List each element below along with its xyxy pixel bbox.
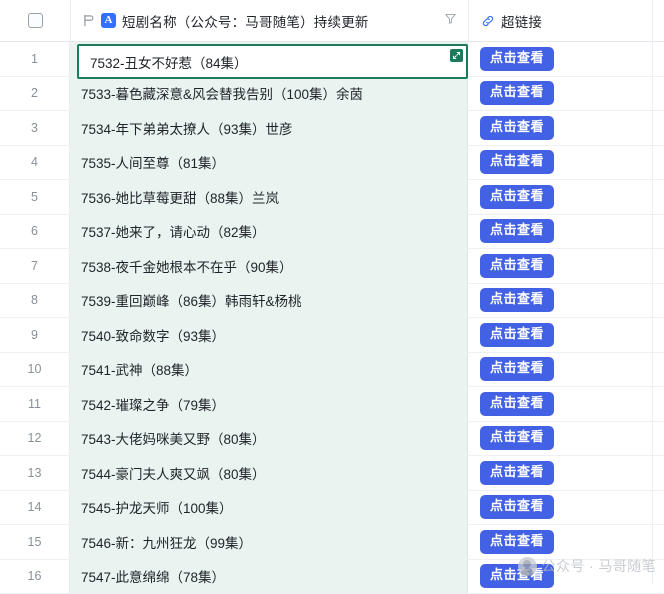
table-row[interactable]: 27533-暮色藏深意&风会替我告别（100集）余茵点击查看 <box>0 77 664 112</box>
view-link-button[interactable]: 点击查看 <box>480 81 554 105</box>
cell-drama-name[interactable]: 7544-豪门夫人爽又飒（80集） <box>70 456 468 490</box>
table-row[interactable]: 137544-豪门夫人爽又飒（80集） 点击查看 <box>0 456 664 491</box>
cell-drama-name[interactable]: 7547-此意绵绵（78集） <box>70 560 468 594</box>
row-number: 7 <box>0 249 70 283</box>
table-row[interactable]: 37534-年下弟弟太撩人（93集）世彦点击查看 <box>0 111 664 146</box>
grid-right-divider <box>652 0 653 584</box>
view-link-button[interactable]: 点击查看 <box>480 219 554 243</box>
row-number: 5 <box>0 180 70 214</box>
row-number: 13 <box>0 456 70 490</box>
row-number: 15 <box>0 525 70 559</box>
filter-icon[interactable] <box>444 12 457 30</box>
expand-icon[interactable] <box>450 49 463 62</box>
cell-drama-name[interactable]: 7538-夜千金她根本不在乎（90集） <box>70 249 468 283</box>
link-icon <box>481 14 495 28</box>
table-row[interactable]: 147545-护龙天师（100集） 点击查看 <box>0 491 664 526</box>
spreadsheet-grid: A 短剧名称（公众号：马哥随笔）持续更新 超链接 1 7532-丑女不好惹（84集… <box>0 0 664 584</box>
cell-hyperlink: 点击查看 <box>468 249 664 283</box>
cell-hyperlink: 点击查看 <box>468 146 664 180</box>
row-number: 8 <box>0 284 70 318</box>
cell-drama-name[interactable]: 7540-致命数字（93集） <box>70 318 468 352</box>
row-number: 12 <box>0 422 70 456</box>
cell-hyperlink: 点击查看 <box>468 284 664 318</box>
view-link-button[interactable]: 点击查看 <box>480 254 554 278</box>
view-link-button[interactable]: 点击查看 <box>480 116 554 140</box>
column-header-name[interactable]: A 短剧名称（公众号：马哥随笔）持续更新 <box>71 0 469 41</box>
row-number: 1 <box>0 42 70 76</box>
view-link-button[interactable]: 点击查看 <box>480 461 554 485</box>
cell-hyperlink: 点击查看 <box>468 215 664 249</box>
table-row[interactable]: 57536-她比草莓更甜（88集）兰岚点击查看 <box>0 180 664 215</box>
cell-drama-name[interactable]: 7537-她来了，请心动（82集） <box>70 215 468 249</box>
view-link-button[interactable]: 点击查看 <box>480 185 554 209</box>
flag-icon <box>82 14 95 27</box>
cell-hyperlink: 点击查看 <box>468 111 664 145</box>
table-row[interactable]: 117542-璀璨之争（79集） 点击查看 <box>0 387 664 422</box>
column-header-hyperlink[interactable]: 超链接 <box>469 0 664 41</box>
view-link-button[interactable]: 点击查看 <box>480 392 554 416</box>
cell-hyperlink: 点击查看 <box>468 560 664 594</box>
row-number: 2 <box>0 77 70 111</box>
cell-drama-name[interactable]: 7535-人间至尊（81集） <box>70 146 468 180</box>
cell-hyperlink: 点击查看 <box>468 180 664 214</box>
table-row[interactable]: 87539-重回巅峰（86集）韩雨轩&杨桃点击查看 <box>0 284 664 319</box>
cell-drama-name[interactable]: 7534-年下弟弟太撩人（93集）世彦 <box>70 111 468 145</box>
view-link-button[interactable]: 点击查看 <box>480 530 554 554</box>
row-number: 4 <box>0 146 70 180</box>
cell-drama-name[interactable]: 7539-重回巅峰（86集）韩雨轩&杨桃 <box>70 284 468 318</box>
view-link-button[interactable]: 点击查看 <box>480 495 554 519</box>
cell-drama-name[interactable]: 7543-大佬妈咪美又野（80集） <box>70 422 468 456</box>
row-number: 9 <box>0 318 70 352</box>
row-number: 16 <box>0 560 70 594</box>
column-header-name-label: 短剧名称（公众号：马哥随笔）持续更新 <box>122 11 369 31</box>
table-header-row: A 短剧名称（公众号：马哥随笔）持续更新 超链接 <box>0 0 664 42</box>
table-row[interactable]: 127543-大佬妈咪美又野（80集） 点击查看 <box>0 422 664 457</box>
row-number: 11 <box>0 387 70 421</box>
table-row[interactable]: 67537-她来了，请心动（82集） 点击查看 <box>0 215 664 250</box>
cell-drama-name[interactable]: 7542-璀璨之争（79集） <box>70 387 468 421</box>
row-number: 3 <box>0 111 70 145</box>
cell-hyperlink: 点击查看 <box>468 77 664 111</box>
column-header-hyperlink-label: 超链接 <box>501 11 542 31</box>
view-link-button[interactable]: 点击查看 <box>480 150 554 174</box>
table-row[interactable]: 47535-人间至尊（81集） 点击查看 <box>0 146 664 181</box>
view-link-button[interactable]: 点击查看 <box>480 47 554 71</box>
cell-hyperlink: 点击查看 <box>468 318 664 352</box>
cell-hyperlink: 点击查看 <box>468 525 664 559</box>
cell-drama-name[interactable]: 7536-她比草莓更甜（88集）兰岚 <box>70 180 468 214</box>
row-number: 14 <box>0 491 70 525</box>
view-link-button[interactable]: 点击查看 <box>480 426 554 450</box>
select-all-cell[interactable] <box>0 0 71 41</box>
select-all-checkbox[interactable] <box>28 13 43 28</box>
cell-hyperlink: 点击查看 <box>468 42 664 76</box>
table-row[interactable]: 167547-此意绵绵（78集） 点击查看 <box>0 560 664 594</box>
cell-hyperlink: 点击查看 <box>468 491 664 525</box>
table-row[interactable]: 97540-致命数字（93集） 点击查看 <box>0 318 664 353</box>
selected-cell[interactable]: 7532-丑女不好惹（84集） <box>77 44 468 79</box>
cell-drama-name[interactable]: 7541-武神（88集） <box>70 353 468 387</box>
text-type-badge-icon: A <box>101 13 116 28</box>
cell-hyperlink: 点击查看 <box>468 353 664 387</box>
table-row[interactable]: 157546-新：九州狂龙（99集） 点击查看 <box>0 525 664 560</box>
selected-cell-value: 7532-丑女不好惹（84集） <box>90 52 248 72</box>
cell-hyperlink: 点击查看 <box>468 422 664 456</box>
cell-drama-name[interactable]: 7545-护龙天师（100集） <box>70 491 468 525</box>
view-link-button[interactable]: 点击查看 <box>480 564 554 588</box>
table-row[interactable]: 107541-武神（88集） 点击查看 <box>0 353 664 388</box>
view-link-button[interactable]: 点击查看 <box>480 323 554 347</box>
table-body: 17532-丑女不好惹（84集）点击查看27533-暮色藏深意&风会替我告别（1… <box>0 42 664 594</box>
view-link-button[interactable]: 点击查看 <box>480 357 554 381</box>
row-number: 10 <box>0 353 70 387</box>
cell-hyperlink: 点击查看 <box>468 456 664 490</box>
table-row[interactable]: 77538-夜千金她根本不在乎（90集） 点击查看 <box>0 249 664 284</box>
view-link-button[interactable]: 点击查看 <box>480 288 554 312</box>
cell-hyperlink: 点击查看 <box>468 387 664 421</box>
cell-drama-name[interactable]: 7533-暮色藏深意&风会替我告别（100集）余茵 <box>70 77 468 111</box>
cell-drama-name[interactable]: 7546-新：九州狂龙（99集） <box>70 525 468 559</box>
row-number: 6 <box>0 215 70 249</box>
